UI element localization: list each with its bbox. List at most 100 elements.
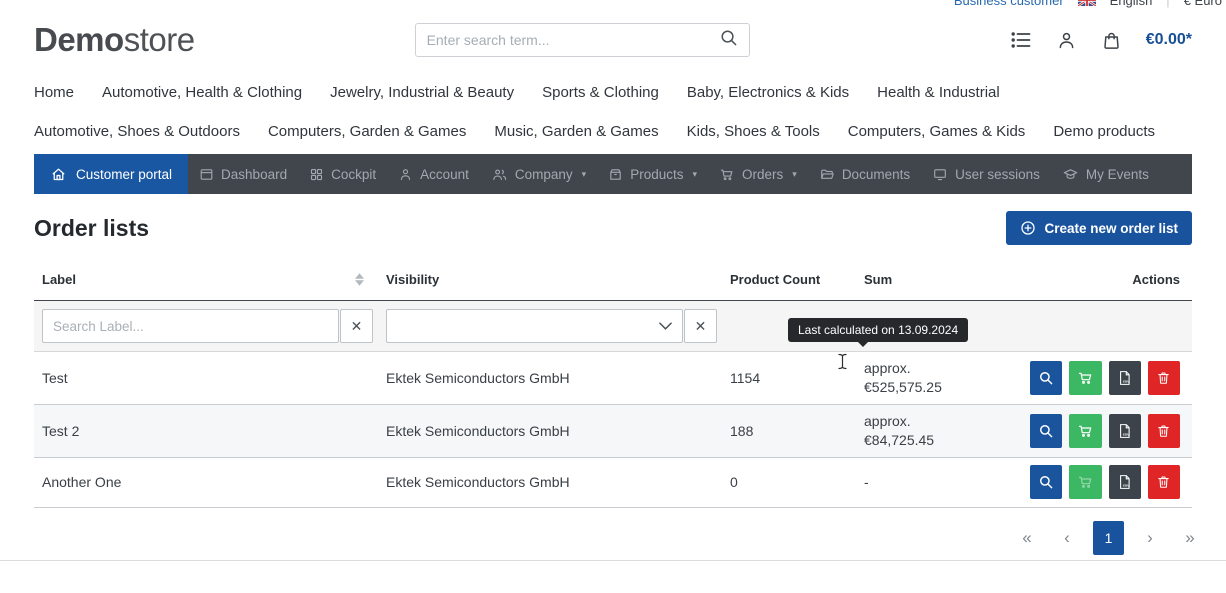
cell-product-count: 188 [722,423,856,439]
portal-tab-customer-portal[interactable]: Customer portal [34,154,188,194]
create-new-order-list-button[interactable]: Create new order list [1006,211,1192,245]
cell-label: Test [34,370,378,386]
nav-item[interactable]: Jewelry, Industrial & Beauty [330,84,514,101]
delete-order-list-button[interactable] [1148,414,1180,448]
user-icon[interactable] [1056,30,1077,51]
search-icon [1038,370,1054,386]
nav-item[interactable]: Automotive, Health & Clothing [102,84,302,101]
search-input[interactable] [427,32,719,48]
svg-text:csv: csv [1123,378,1130,383]
monitor-icon [932,167,948,182]
language-selector[interactable]: English [1110,0,1153,8]
chevron-down-icon: ▾ [792,169,797,180]
nav-item[interactable]: Kids, Shoes & Tools [687,123,820,140]
portal-tab-documents[interactable]: Documents [808,154,921,194]
cell-visibility: Ektek Semiconductors GmbH [378,474,722,490]
nav-item[interactable]: Health & Industrial [877,84,1000,101]
portal-tab-account[interactable]: Account [387,154,480,194]
column-header-sum: Sum [856,272,1022,287]
nav-item[interactable]: Automotive, Shoes & Outdoors [34,123,240,140]
svg-text:csv: csv [1123,431,1130,436]
view-order-list-button[interactable] [1030,414,1062,448]
currency-selector[interactable]: € Euro [1184,0,1222,8]
portal-tab-dashboard[interactable]: Dashboard [188,154,298,194]
cart-icon [719,167,735,182]
footer-divider [0,560,1226,561]
portal-tab-orders[interactable]: Orders ▾ [708,154,808,194]
pagination-first-button[interactable]: « [1013,521,1041,555]
export-csv-button[interactable]: csv [1109,361,1141,395]
search-icon[interactable] [719,28,738,52]
bag-icon[interactable] [1101,30,1122,51]
export-csv-button[interactable]: csv [1109,465,1141,499]
portal-tab-products[interactable]: Products ▾ [597,154,708,194]
clear-label-filter-button[interactable]: ✕ [340,309,373,343]
users-icon [491,167,508,182]
cart-total[interactable]: €0.00* [1146,31,1192,49]
cell-sum: - [856,466,1022,499]
column-header-actions: Actions [1022,272,1192,287]
chevron-down-icon: ▾ [692,169,697,180]
export-csv-button[interactable]: csv [1109,414,1141,448]
portal-tab-cockpit[interactable]: Cockpit [298,154,387,194]
portal-tab-my-events[interactable]: My Events [1051,154,1160,194]
home-icon [50,166,67,183]
visibility-filter-select[interactable] [386,309,683,343]
table-row: Test Ektek Semiconductors GmbH 1154 appr… [34,352,1192,405]
cell-visibility: Ektek Semiconductors GmbH [378,423,722,439]
add-to-cart-button[interactable] [1069,414,1101,448]
column-header-product-count: Product Count [722,272,856,287]
pagination-prev-button[interactable]: ‹ [1053,521,1081,555]
view-order-list-button[interactable] [1030,465,1062,499]
store-logo[interactable]: Demostore [34,21,195,59]
table-row: Test 2 Ektek Semiconductors GmbH 188 app… [34,405,1192,458]
portal-nav-bar: Customer portal Dashboard Cockpit Accoun… [34,154,1192,194]
nav-item[interactable]: Computers, Garden & Games [268,123,466,140]
add-to-cart-button-disabled[interactable] [1069,465,1101,499]
cell-product-count: 1154 [722,370,856,386]
csv-file-icon: csv [1116,473,1133,491]
add-to-cart-button[interactable] [1069,361,1101,395]
chevron-down-icon: ▾ [582,169,587,180]
chevron-down-icon [659,322,672,330]
nav-item[interactable]: Computers, Games & Kids [848,123,1026,140]
clear-visibility-filter-button[interactable]: ✕ [684,309,717,343]
cart-icon [1077,423,1094,439]
search-bar [415,23,750,57]
svg-text:csv: csv [1123,483,1130,488]
sort-icon[interactable] [355,273,364,286]
top-utility-bar: Business customer English | € Euro [0,0,1226,9]
pagination-last-button[interactable]: » [1176,521,1204,555]
search-icon [1038,423,1054,439]
delete-order-list-button[interactable] [1148,465,1180,499]
label-filter-input[interactable] [42,309,339,343]
table-row: Another One Ektek Semiconductors GmbH 0 … [34,458,1192,508]
filter-row: ✕ ✕ [34,301,1192,352]
nav-item[interactable]: Music, Garden & Games [494,123,658,140]
cell-sum: approx. €525,575.25 [856,352,1022,404]
category-nav-row2: Automotive, Shoes & Outdoors Computers, … [0,123,1226,140]
nav-item[interactable]: Demo products [1053,123,1155,140]
pagination-next-button[interactable]: › [1136,521,1164,555]
nav-item-home[interactable]: Home [34,84,74,101]
portal-tab-company[interactable]: Company ▾ [480,154,597,194]
pagination-page-1[interactable]: 1 [1093,521,1124,555]
divider: | [1166,0,1169,8]
delete-order-list-button[interactable] [1148,361,1180,395]
package-icon [608,167,623,182]
view-order-list-button[interactable] [1030,361,1062,395]
trash-icon [1156,423,1171,439]
category-nav-row1: Home Automotive, Health & Clothing Jewel… [0,84,1226,101]
cell-label: Test 2 [34,423,378,439]
cell-label: Another One [34,474,378,490]
business-customer-link[interactable]: Business customer [954,0,1064,8]
list-icon[interactable] [1010,30,1032,50]
portal-tab-user-sessions[interactable]: User sessions [921,154,1051,194]
search-icon [1038,474,1054,490]
uk-flag-icon [1078,0,1096,6]
cell-sum: approx. €84,725.45 [856,405,1022,457]
last-calculated-tooltip: Last calculated on 13.09.2024 [788,318,968,342]
nav-item[interactable]: Baby, Electronics & Kids [687,84,849,101]
cell-product-count: 0 [722,474,856,490]
nav-item[interactable]: Sports & Clothing [542,84,659,101]
